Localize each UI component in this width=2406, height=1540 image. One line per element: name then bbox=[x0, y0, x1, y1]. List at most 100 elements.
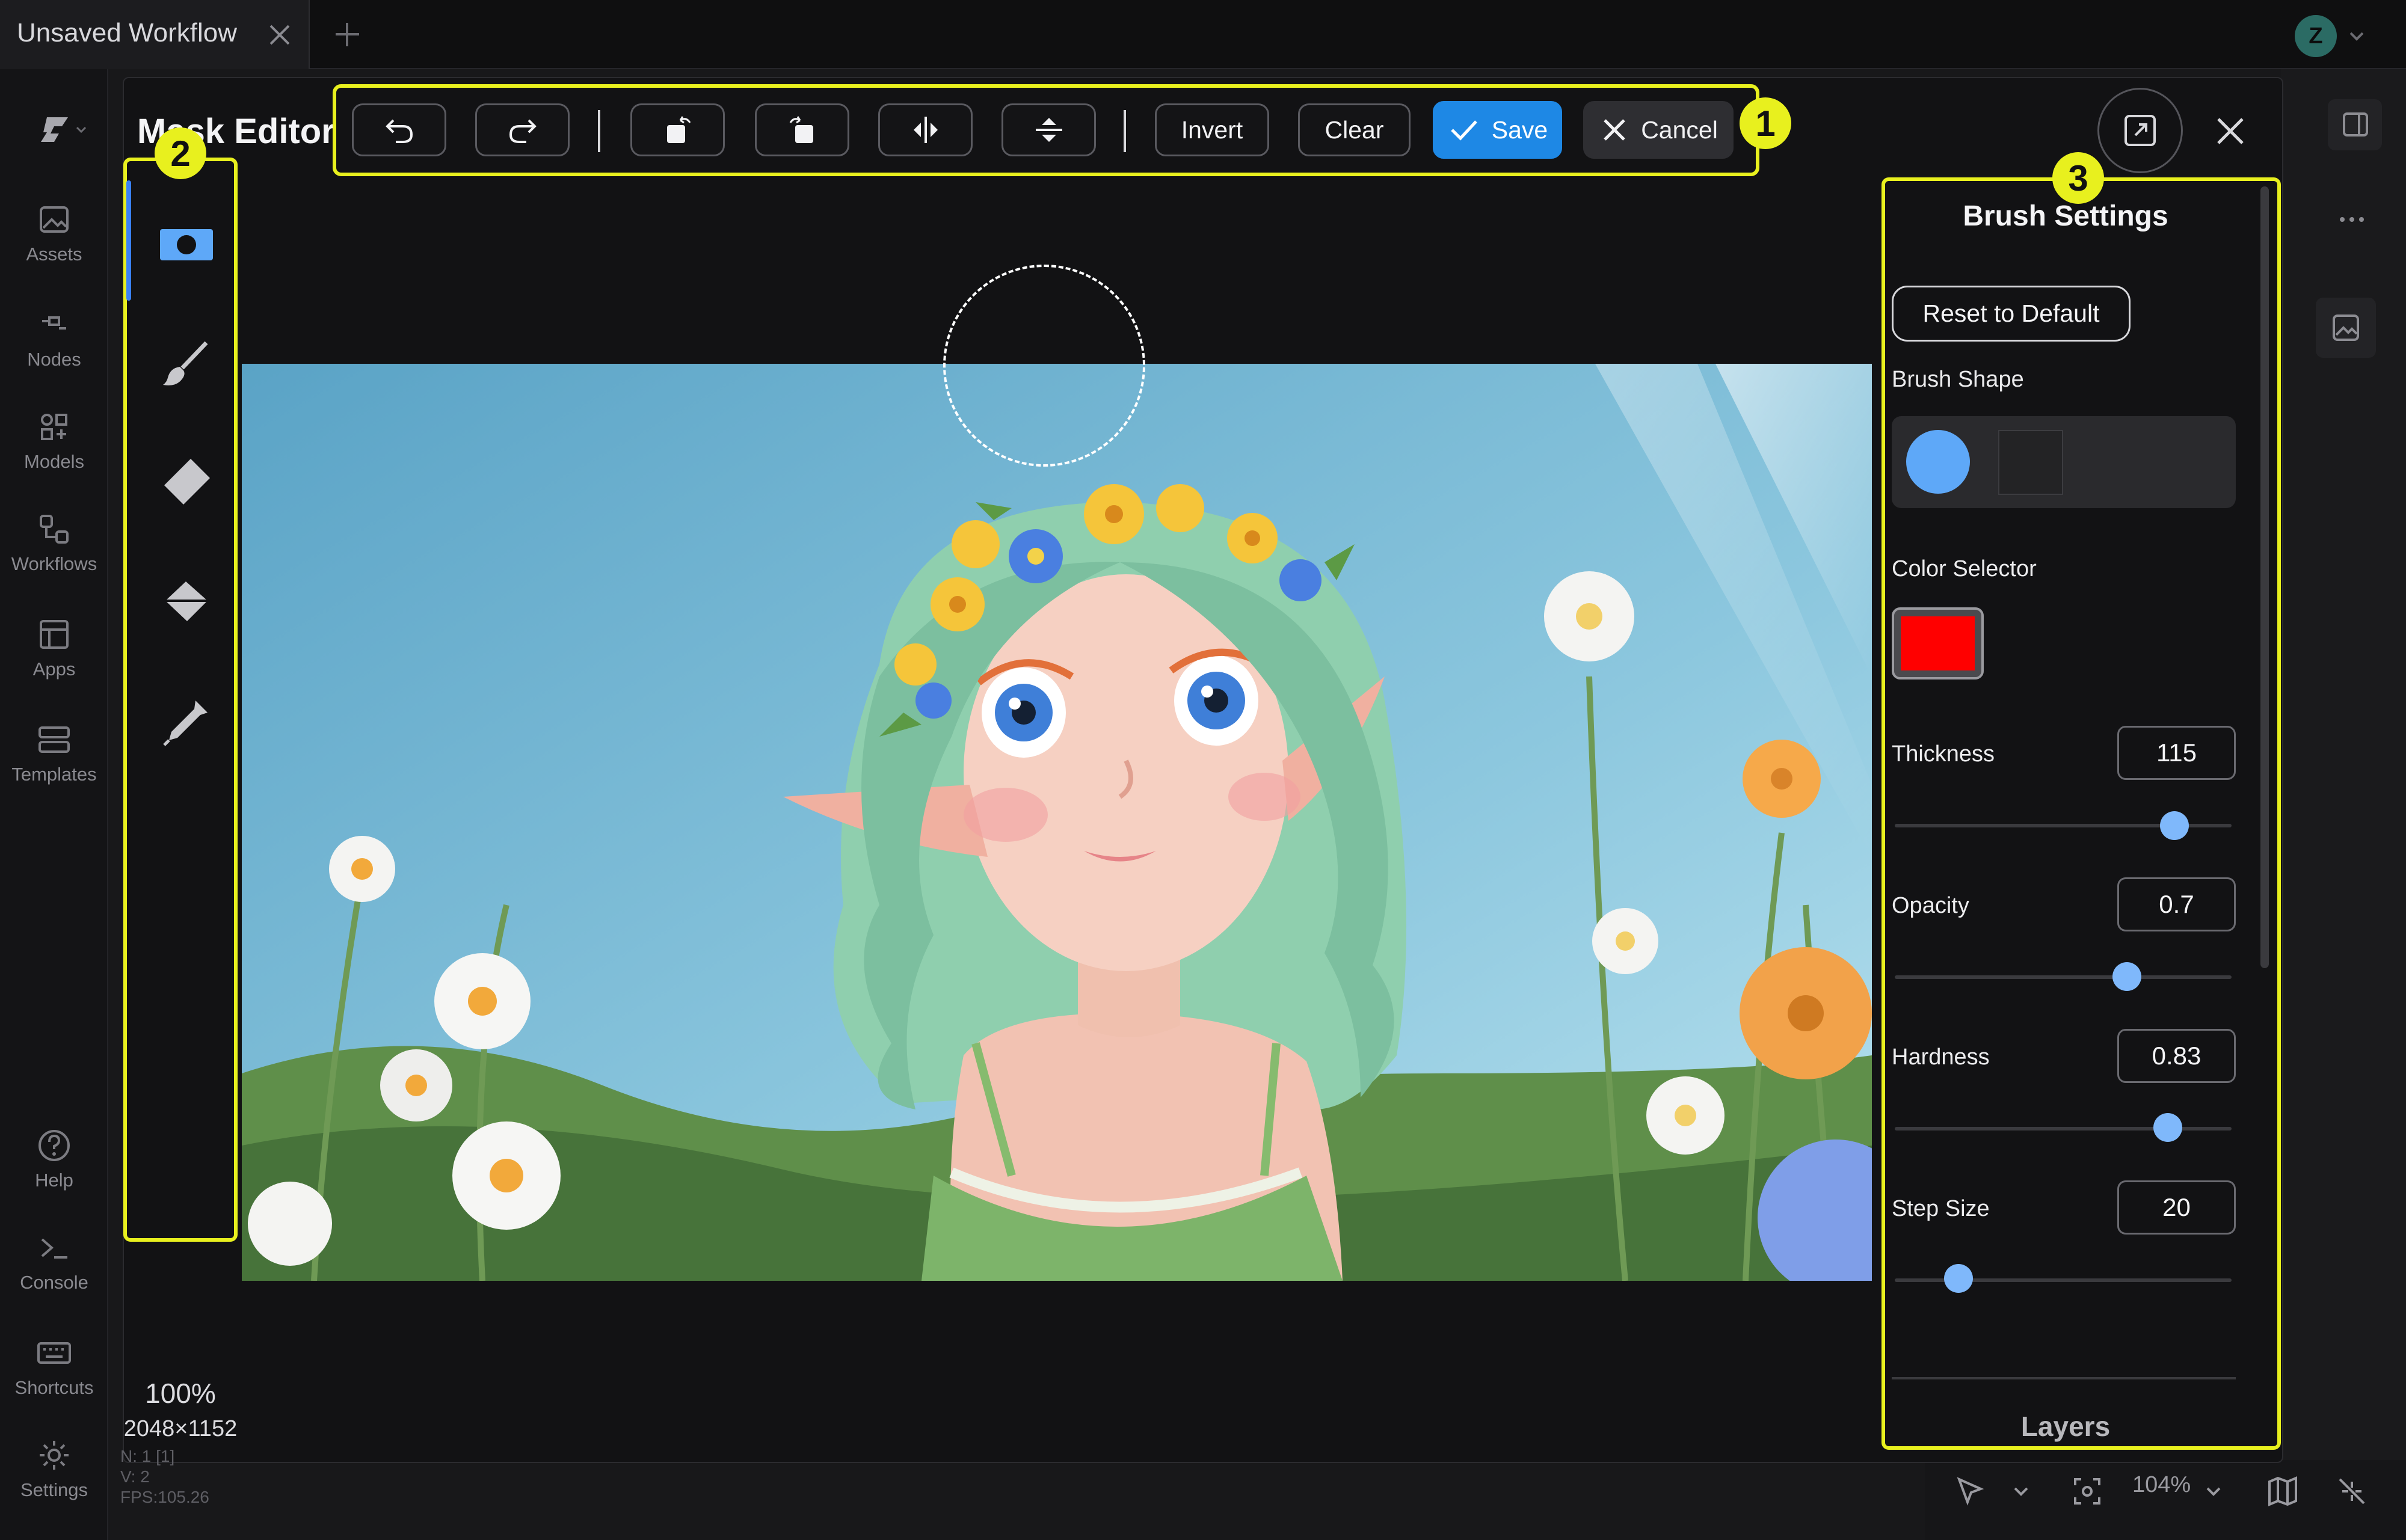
thickness-label: Thickness bbox=[1892, 741, 1995, 767]
sidebar-item-label: Templates bbox=[11, 764, 97, 785]
active-tool-indicator bbox=[126, 180, 131, 301]
save-label: Save bbox=[1491, 115, 1548, 144]
undo-button[interactable] bbox=[352, 103, 446, 156]
flip-vertical-button[interactable] bbox=[1001, 103, 1096, 156]
chevron-down-icon[interactable] bbox=[2201, 1479, 2226, 1503]
canvas-zoom: 100% bbox=[145, 1378, 216, 1409]
rotate-right-button[interactable] bbox=[755, 103, 849, 156]
mask-canvas-image[interactable] bbox=[242, 364, 1872, 1281]
step-size-label: Step Size bbox=[1892, 1196, 1990, 1221]
sidebar-item-settings[interactable]: Settings bbox=[0, 1437, 108, 1501]
brush-icon bbox=[163, 341, 208, 385]
close-icon[interactable] bbox=[265, 20, 295, 50]
sidebar-item-label: Help bbox=[35, 1170, 73, 1191]
square-shape-option[interactable] bbox=[1998, 430, 2063, 495]
close-dialog-button[interactable] bbox=[2211, 112, 2250, 150]
sidebar-item-templates[interactable]: Templates bbox=[0, 722, 108, 785]
map-icon[interactable] bbox=[2265, 1473, 2301, 1509]
reset-default-button[interactable]: Reset to Default bbox=[1892, 286, 2131, 342]
thickness-slider-thumb[interactable] bbox=[2159, 811, 2189, 840]
fit-view-icon[interactable] bbox=[2069, 1473, 2105, 1509]
app-icon bbox=[40, 620, 69, 649]
chevron-down-icon[interactable] bbox=[2346, 25, 2368, 47]
color-selector-label: Color Selector bbox=[1892, 556, 2037, 581]
thickness-input[interactable]: 115 bbox=[2117, 726, 2236, 780]
help-icon bbox=[38, 1130, 70, 1161]
expand-icon bbox=[2124, 115, 2156, 146]
sidebar-item-label: Shortcuts bbox=[14, 1377, 94, 1398]
eraser-icon bbox=[164, 459, 210, 505]
sidebar-item-label: Models bbox=[24, 451, 84, 472]
sidebar-item-workflows[interactable]: Workflows bbox=[0, 511, 108, 575]
more-icon[interactable] bbox=[2334, 207, 2370, 232]
flip-horizontal-icon bbox=[913, 117, 938, 143]
flip-horizontal-button[interactable] bbox=[878, 103, 973, 156]
sidebar-item-console[interactable]: Console bbox=[0, 1230, 108, 1293]
panel-toggle-button[interactable] bbox=[2328, 99, 2382, 150]
brush-tool[interactable] bbox=[153, 331, 220, 397]
opacity-slider[interactable] bbox=[1895, 975, 2232, 979]
opacity-input[interactable]: 0.7 bbox=[2117, 877, 2236, 931]
paint-bucket-tool[interactable] bbox=[153, 568, 220, 634]
redo-button[interactable] bbox=[475, 103, 570, 156]
color-picker-tool[interactable] bbox=[153, 689, 220, 755]
eyedropper-icon bbox=[163, 701, 208, 746]
chevron-down-icon[interactable] bbox=[73, 122, 89, 138]
invert-button[interactable]: Invert bbox=[1155, 103, 1269, 156]
hardness-slider-thumb[interactable] bbox=[2153, 1113, 2182, 1142]
mask-pen-tool[interactable] bbox=[153, 212, 220, 278]
brush-cursor bbox=[943, 265, 1145, 467]
tab-title: Unsaved Workflow bbox=[17, 18, 237, 48]
sidebar-item-assets[interactable]: Assets bbox=[0, 201, 108, 265]
close-icon bbox=[1604, 119, 1625, 141]
callout-badge-3: 3 bbox=[2052, 152, 2104, 204]
close-icon bbox=[2217, 118, 2244, 144]
settings-title: Brush Settings bbox=[1963, 200, 2168, 232]
hardness-label: Hardness bbox=[1892, 1045, 1990, 1070]
avatar[interactable]: Z bbox=[2295, 15, 2337, 57]
console-icon bbox=[41, 1238, 67, 1259]
sidebar-item-shortcuts[interactable]: Shortcuts bbox=[0, 1335, 108, 1399]
sidebar-item-nodes[interactable]: Nodes bbox=[0, 307, 108, 370]
cancel-label: Cancel bbox=[1641, 115, 1718, 144]
debug-line: N: 1 [1] bbox=[120, 1447, 175, 1465]
mask-icon bbox=[160, 229, 213, 260]
templates-icon bbox=[38, 726, 70, 753]
redo-icon bbox=[509, 119, 537, 143]
callout-badge-2: 2 bbox=[155, 127, 206, 179]
node-icon bbox=[42, 316, 66, 330]
color-swatch[interactable] bbox=[1901, 616, 1975, 670]
sidebar-item-models[interactable]: Models bbox=[0, 409, 108, 473]
expand-button[interactable] bbox=[2097, 88, 2183, 173]
app-sidebar bbox=[0, 69, 108, 1540]
model-icon bbox=[41, 414, 67, 440]
rotate-left-button[interactable] bbox=[630, 103, 725, 156]
gear-icon bbox=[40, 1441, 69, 1470]
link-off-icon[interactable] bbox=[2334, 1473, 2370, 1509]
hardness-input[interactable]: 0.83 bbox=[2117, 1029, 2236, 1083]
rotate-left-icon bbox=[666, 116, 691, 143]
layers-heading: Layers bbox=[2020, 1411, 2111, 1442]
cancel-button[interactable]: Cancel bbox=[1583, 101, 1734, 159]
brush-shape-label: Brush Shape bbox=[1892, 367, 2024, 392]
image-icon bbox=[40, 206, 69, 233]
scrollbar[interactable] bbox=[2260, 186, 2269, 968]
clear-button[interactable]: Clear bbox=[1298, 103, 1411, 156]
zoom-level[interactable]: 104% bbox=[2132, 1472, 2191, 1498]
keyboard-icon bbox=[37, 1342, 71, 1364]
sidebar-item-apps[interactable]: Apps bbox=[0, 616, 108, 680]
eraser-tool[interactable] bbox=[153, 448, 220, 514]
image-icon[interactable] bbox=[2316, 298, 2376, 358]
add-tab-icon[interactable] bbox=[331, 18, 364, 51]
workflow-icon bbox=[40, 515, 69, 544]
divider bbox=[1892, 1377, 2236, 1379]
circle-shape-option[interactable] bbox=[1906, 430, 1970, 494]
sidebar-item-help[interactable]: Help bbox=[0, 1127, 108, 1191]
logo-icon[interactable] bbox=[35, 108, 77, 150]
opacity-label: Opacity bbox=[1892, 893, 1969, 918]
step-size-input[interactable]: 20 bbox=[2117, 1180, 2236, 1235]
pointer-icon[interactable] bbox=[1952, 1473, 1988, 1509]
chevron-down-icon[interactable] bbox=[2009, 1479, 2033, 1503]
sidebar-item-label: Settings bbox=[20, 1479, 88, 1500]
save-button[interactable]: Save bbox=[1433, 101, 1562, 159]
